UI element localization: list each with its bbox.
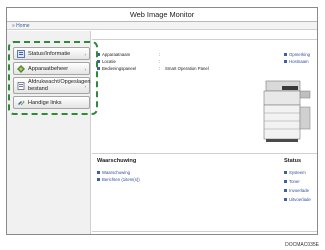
link-label[interactable]: Systeem xyxy=(289,170,306,175)
toner-link[interactable]: Toner xyxy=(284,179,300,184)
bullet-icon xyxy=(97,59,100,63)
sidebar-item-status[interactable]: Status/Informatie › xyxy=(13,47,90,60)
browser-window: Web Image Monitor » Home Status/Informat… xyxy=(6,7,318,235)
chevron-right-icon: › xyxy=(84,52,87,57)
info-value: Smart Operation Panel xyxy=(165,66,209,71)
warning-link[interactable]: Waarschuwing xyxy=(97,170,130,175)
main-content: Apparaatnaam : Locatie : Bedieningspanee… xyxy=(92,31,317,234)
bullet-icon xyxy=(97,170,100,174)
divider xyxy=(92,153,317,154)
system-link[interactable]: Systeem xyxy=(284,170,306,175)
info-label: Bedieningspaneel xyxy=(102,66,137,71)
home-link[interactable]: » Home xyxy=(12,22,30,30)
info-colon: : xyxy=(159,59,161,64)
link-label[interactable]: Waarschuwing xyxy=(102,170,130,175)
status-section-title: Status xyxy=(284,158,302,164)
device-info-row: Bedieningspaneel : Smart Operation Panel xyxy=(97,66,209,71)
input-tray-link[interactable]: Invoerlade xyxy=(284,188,309,193)
status-icon xyxy=(17,50,25,58)
sidebar-item-label: Afdrukwacht/Opgeslagen bestand xyxy=(28,79,91,93)
links-icon xyxy=(18,100,25,106)
link-label[interactable]: Toner xyxy=(289,179,300,184)
messages-link[interactable]: Berichten (1item(s)) xyxy=(97,177,140,182)
sidebar-item-label-line1: Afdrukwacht/Opgeslagen xyxy=(28,79,91,85)
link-label[interactable]: Berichten (1item(s)) xyxy=(102,177,140,182)
comment-link[interactable]: Opmerking xyxy=(284,52,310,57)
info-label: Locatie xyxy=(102,59,116,64)
bullet-icon xyxy=(284,197,287,201)
info-colon: : xyxy=(159,52,161,57)
sidebar: Status/Informatie › Apparaatbeheer › Afd… xyxy=(7,31,91,234)
link-label[interactable]: Uitvoerlade xyxy=(289,197,311,202)
nav-bar: » Home xyxy=(7,22,317,30)
print-queue-icon xyxy=(17,82,25,90)
hostname-link[interactable]: Hostnaam xyxy=(284,59,309,64)
sidebar-item-label: Apparaatbeheer xyxy=(28,66,69,72)
sidebar-item-label: Status/Informatie xyxy=(28,51,71,57)
sidebar-item-label: Handige links xyxy=(28,100,62,106)
info-colon: : xyxy=(159,66,161,71)
device-management-icon xyxy=(17,65,25,73)
bullet-icon xyxy=(284,179,287,183)
sidebar-item-label-line2: bestand xyxy=(28,85,48,92)
link-label[interactable]: Invoerlade xyxy=(289,188,309,193)
bullet-icon xyxy=(97,177,100,181)
home-link-label[interactable]: Home xyxy=(16,23,29,29)
link-label[interactable]: Hostnaam xyxy=(289,59,309,64)
sidebar-item-print-queue[interactable]: Afdrukwacht/Opgeslagen bestand › xyxy=(13,77,91,94)
divider xyxy=(92,39,317,40)
link-label[interactable]: Opmerking xyxy=(289,52,310,57)
bullet-icon xyxy=(284,170,287,174)
window-title: Web Image Monitor xyxy=(7,8,317,22)
bullet-icon xyxy=(284,59,287,63)
sidebar-item-useful-links[interactable]: Handige links xyxy=(13,96,90,109)
bullet-icon xyxy=(284,188,287,192)
warning-section-title: Waarschuwing xyxy=(97,158,137,164)
document-code: DOCMAC035E xyxy=(285,242,319,248)
info-label: Apparaatnaam xyxy=(102,52,131,57)
device-info-row: Apparaatnaam : xyxy=(97,52,160,57)
device-info-row: Locatie : xyxy=(97,59,160,64)
output-tray-link[interactable]: Uitvoerlade xyxy=(284,197,311,202)
bullet-icon xyxy=(284,52,287,56)
sidebar-item-device-management[interactable]: Apparaatbeheer › xyxy=(13,62,90,75)
chevron-right-icon: › xyxy=(84,84,87,89)
divider xyxy=(92,231,317,232)
bullet-icon xyxy=(97,66,100,70)
chevron-right-icon: › xyxy=(84,67,87,72)
printer-image xyxy=(263,80,311,142)
bullet-icon xyxy=(97,52,100,56)
